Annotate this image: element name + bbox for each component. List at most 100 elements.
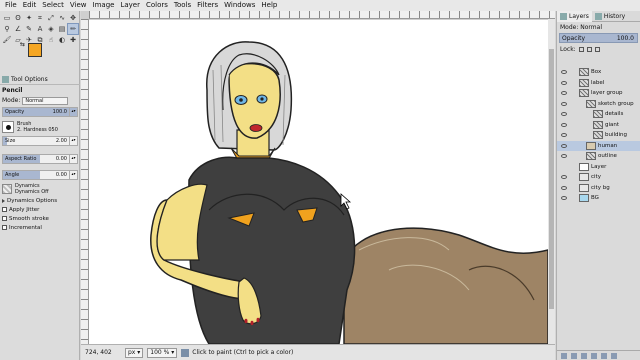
vertical-scrollbar[interactable] xyxy=(548,19,555,344)
visibility-eye-icon[interactable] xyxy=(561,91,567,96)
foreground-color[interactable] xyxy=(28,43,42,57)
visibility-eye-icon[interactable] xyxy=(561,143,567,148)
unified-transform-tool-icon[interactable]: ⤢ xyxy=(46,13,56,23)
layer-row[interactable]: Layer xyxy=(557,162,640,173)
measure-tool-icon[interactable]: ∠ xyxy=(13,24,23,34)
size-stepper[interactable]: ▴▾ xyxy=(69,137,77,145)
visibility-eye-icon[interactable] xyxy=(561,196,567,201)
layer-row[interactable]: city xyxy=(557,172,640,183)
smooth-stroke-checkbox[interactable] xyxy=(2,216,7,221)
new-layer-icon[interactable] xyxy=(561,352,567,359)
menu-tools[interactable]: Tools xyxy=(171,0,194,11)
menu-image[interactable]: Image xyxy=(90,0,118,11)
heal-tool-icon[interactable]: ✚ xyxy=(68,35,78,45)
paintbrush-tool-icon[interactable]: 🖌 xyxy=(2,35,12,45)
layer-row[interactable]: human xyxy=(557,140,640,151)
layer-name[interactable]: BG xyxy=(591,195,599,201)
pencil-tool-icon[interactable]: ✏ xyxy=(67,23,79,35)
layer-name[interactable]: sketch group xyxy=(598,101,634,107)
horizontal-ruler[interactable] xyxy=(89,11,555,19)
zoom-select[interactable]: 100 % ▾ xyxy=(147,347,178,358)
layer-name[interactable]: city xyxy=(591,174,601,180)
menu-select[interactable]: Select xyxy=(39,0,67,11)
menu-file[interactable]: File xyxy=(2,0,20,11)
swap-colors-icon[interactable]: ⇆ xyxy=(20,41,25,48)
visibility-eye-icon[interactable] xyxy=(561,185,567,190)
zoom-tool-icon[interactable]: ⚲ xyxy=(2,24,12,34)
size-slider[interactable]: Size 2.00 ▴▾ xyxy=(2,136,78,146)
visibility-eye-icon[interactable] xyxy=(561,112,567,117)
raise-layer-icon[interactable] xyxy=(581,352,587,359)
tab-layers[interactable]: Layers xyxy=(557,10,592,22)
lower-layer-icon[interactable] xyxy=(591,352,597,359)
menu-windows[interactable]: Windows xyxy=(221,0,258,11)
layer-row[interactable]: label xyxy=(557,78,640,89)
layer-row[interactable]: layer group xyxy=(557,88,640,99)
duplicate-layer-icon[interactable] xyxy=(601,352,607,359)
layer-row[interactable]: city bg xyxy=(557,183,640,194)
smooth-stroke-row[interactable]: Smooth stroke xyxy=(0,214,80,223)
menu-colors[interactable]: Colors xyxy=(143,0,171,11)
menu-help[interactable]: Help xyxy=(258,0,280,11)
layer-name[interactable]: giant xyxy=(605,122,619,128)
layer-name[interactable]: Layer xyxy=(591,164,606,170)
layer-name[interactable]: city bg xyxy=(591,185,610,191)
layer-row[interactable]: sketch group xyxy=(557,99,640,110)
layer-row[interactable]: BG xyxy=(557,193,640,204)
fuzzy-select-tool-icon[interactable]: ✦ xyxy=(24,13,34,23)
crop-tool-icon[interactable]: ⌗ xyxy=(35,13,45,23)
aspect-ratio-stepper[interactable]: ▴▾ xyxy=(69,155,77,163)
lock-alpha-icon[interactable] xyxy=(594,46,600,52)
warp-tool-icon[interactable]: ∿ xyxy=(57,13,67,23)
opacity-stepper[interactable]: ▴▾ xyxy=(69,108,77,116)
image-canvas[interactable] xyxy=(89,20,548,344)
bucket-fill-tool-icon[interactable]: ◈ xyxy=(46,24,56,34)
visibility-eye-icon[interactable] xyxy=(561,133,567,138)
menu-edit[interactable]: Edit xyxy=(20,0,40,11)
layer-row[interactable]: details xyxy=(557,109,640,120)
layer-row[interactable]: building xyxy=(557,130,640,141)
move-tool-icon[interactable]: ✥ xyxy=(68,13,78,23)
layer-row[interactable]: giant xyxy=(557,120,640,131)
vertical-scrollbar-thumb[interactable] xyxy=(549,49,554,309)
layer-name[interactable]: human xyxy=(598,143,617,149)
angle-slider[interactable]: Angle 0.00 ▴▾ xyxy=(2,170,78,180)
angle-stepper[interactable]: ▴▾ xyxy=(69,171,77,179)
layer-name[interactable]: layer group xyxy=(591,90,623,96)
tool-options-tab[interactable]: Tool Options xyxy=(0,75,80,85)
lock-position-icon[interactable] xyxy=(586,46,592,52)
layer-row[interactable]: outline xyxy=(557,151,640,162)
apply-jitter-checkbox[interactable] xyxy=(2,207,7,212)
layer-name[interactable]: building xyxy=(605,132,627,138)
new-group-icon[interactable] xyxy=(571,352,577,359)
menu-layer[interactable]: Layer xyxy=(117,0,143,11)
lasso-tool-icon[interactable]: ʘ xyxy=(13,13,23,23)
tab-history[interactable]: History xyxy=(592,11,628,22)
gradient-tool-icon[interactable]: ▤ xyxy=(57,24,67,34)
menu-filters[interactable]: Filters xyxy=(194,0,221,11)
visibility-eye-icon[interactable] xyxy=(561,175,567,180)
text-tool-icon[interactable]: A xyxy=(35,24,45,34)
layer-name[interactable]: details xyxy=(605,111,623,117)
unit-select[interactable]: px ▾ xyxy=(125,347,144,358)
delete-layer-icon[interactable] xyxy=(611,352,617,359)
layer-mode-row[interactable]: Mode: Normal xyxy=(557,22,640,32)
incremental-checkbox[interactable] xyxy=(2,225,7,230)
dynamics-icon[interactable] xyxy=(2,184,12,194)
layer-name[interactable]: outline xyxy=(598,153,617,159)
incremental-row[interactable]: Incremental xyxy=(0,223,80,232)
apply-jitter-row[interactable]: Apply Jitter xyxy=(0,205,80,214)
visibility-eye-icon[interactable] xyxy=(561,154,567,159)
rect-select-tool-icon[interactable]: ▭ xyxy=(2,13,12,23)
layer-name[interactable]: label xyxy=(591,80,604,86)
mode-select[interactable]: Normal xyxy=(22,96,69,105)
vertical-ruler[interactable] xyxy=(81,19,89,344)
visibility-eye-icon[interactable] xyxy=(561,101,567,106)
dodge-burn-tool-icon[interactable]: ◐ xyxy=(57,35,67,45)
brush-preview[interactable] xyxy=(2,120,14,133)
visibility-eye-icon[interactable] xyxy=(561,70,567,75)
layer-row[interactable]: Box xyxy=(557,67,640,78)
menu-view[interactable]: View xyxy=(67,0,90,11)
layer-name[interactable]: Box xyxy=(591,69,601,75)
aspect-ratio-slider[interactable]: Aspect Ratio 0.00 ▴▾ xyxy=(2,154,78,164)
